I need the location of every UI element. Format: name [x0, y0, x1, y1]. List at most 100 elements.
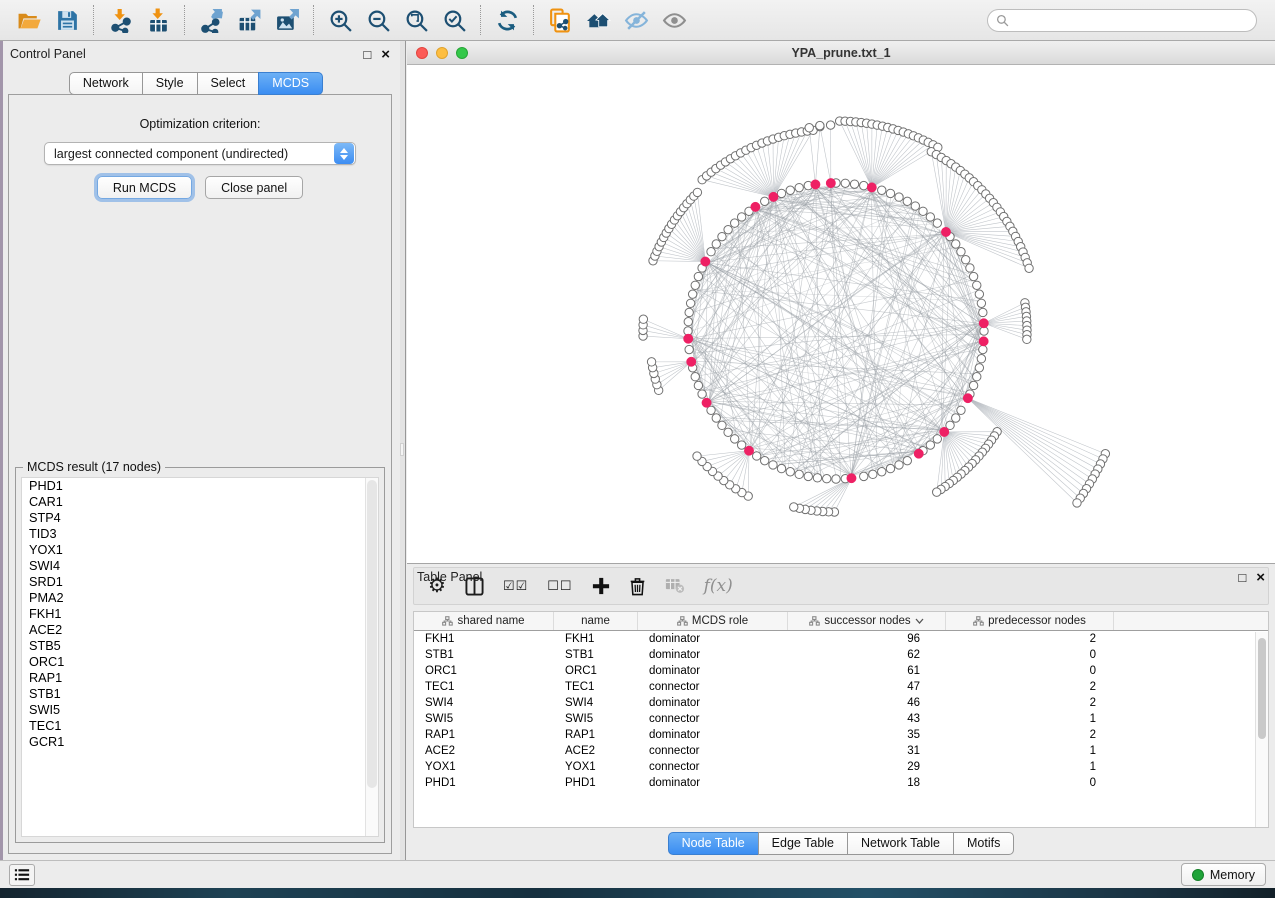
list-item[interactable]: PHD1: [22, 478, 378, 494]
column-header-successor-nodes[interactable]: successor nodes: [788, 612, 946, 630]
table-row[interactable]: TEC1TEC1connector472: [414, 679, 1268, 695]
table-row[interactable]: PHD1PHD1dominator180: [414, 775, 1268, 791]
float-table-panel-icon[interactable]: □: [1238, 571, 1246, 584]
column-header-predecessor-nodes[interactable]: predecessor nodes: [946, 612, 1114, 630]
cell-name: FKH1: [554, 633, 638, 645]
list-item[interactable]: SRD1: [22, 574, 378, 590]
table-header-row: shared namenameMCDS rolesuccessor nodesp…: [414, 612, 1268, 631]
list-item[interactable]: YOX1: [22, 542, 378, 558]
cell-name: RAP1: [554, 729, 638, 741]
table-scrollbar[interactable]: [1255, 632, 1268, 827]
cell-mcds_role: dominator: [638, 633, 788, 645]
list-item[interactable]: PMA2: [22, 590, 378, 606]
list-item[interactable]: SWI4: [22, 558, 378, 574]
list-item[interactable]: FKH1: [22, 606, 378, 622]
table-tab-motifs[interactable]: Motifs: [953, 832, 1014, 855]
cell-predecessor_nodes: 2: [946, 697, 1114, 709]
cell-successor_nodes: 61: [788, 665, 946, 677]
mcds-result-list: PHD1CAR1STP4TID3YOX1SWI4SRD1PMA2FKH1ACE2…: [21, 477, 379, 837]
float-panel-icon[interactable]: □: [363, 48, 371, 61]
export-network-icon[interactable]: [192, 4, 230, 36]
cell-mcds_role: dominator: [638, 649, 788, 661]
list-item[interactable]: ORC1: [22, 654, 378, 670]
cell-shared_name: FKH1: [414, 633, 554, 645]
vertical-splitter[interactable]: [400, 41, 406, 860]
close-panel-icon[interactable]: ×: [381, 47, 390, 62]
cell-mcds_role: connector: [638, 713, 788, 725]
list-item[interactable]: STB5: [22, 638, 378, 654]
cell-shared_name: TEC1: [414, 681, 554, 693]
table-row[interactable]: FKH1FKH1dominator962: [414, 631, 1268, 647]
zoom-selected-icon[interactable]: [435, 4, 473, 36]
export-table-icon[interactable]: [230, 4, 268, 36]
mcds-list-scrollbar[interactable]: [365, 478, 378, 836]
criterion-dropdown[interactable]: largest connected component (undirected): [44, 142, 356, 165]
run-mcds-button[interactable]: Run MCDS: [97, 176, 192, 199]
cell-predecessor_nodes: 1: [946, 761, 1114, 773]
control-panel-title: Control Panel: [10, 47, 86, 61]
refresh-view-icon[interactable]: [488, 4, 526, 36]
import-table-icon[interactable]: [139, 4, 177, 36]
table-tab-network-table[interactable]: Network Table: [847, 832, 954, 855]
task-history-icon[interactable]: [9, 864, 35, 886]
table-row[interactable]: SWI5SWI5connector431: [414, 711, 1268, 727]
hide-selected-icon[interactable]: [617, 4, 655, 36]
table-tab-edge-table[interactable]: Edge Table: [758, 832, 848, 855]
list-item[interactable]: SWI5: [22, 702, 378, 718]
splitter-grip[interactable]: [400, 443, 404, 456]
network-window-titlebar[interactable]: YPA_prune.txt_1: [407, 41, 1275, 65]
desktop-background: [0, 888, 1275, 898]
close-table-panel-icon[interactable]: ×: [1256, 570, 1265, 585]
network-window: YPA_prune.txt_1: [407, 41, 1275, 563]
network-canvas[interactable]: [407, 65, 1275, 563]
memory-button[interactable]: Memory: [1181, 863, 1266, 886]
tab-mcds[interactable]: MCDS: [258, 72, 323, 95]
search-box[interactable]: [987, 9, 1257, 32]
cell-name: TEC1: [554, 681, 638, 693]
list-item[interactable]: ACE2: [22, 622, 378, 638]
table-row[interactable]: ACE2ACE2connector311: [414, 743, 1268, 759]
import-network-icon[interactable]: [101, 4, 139, 36]
table-row[interactable]: STB1STB1dominator620: [414, 647, 1268, 663]
open-session-icon[interactable]: [10, 4, 48, 36]
table-row[interactable]: ORC1ORC1dominator610: [414, 663, 1268, 679]
column-header-name[interactable]: name: [554, 612, 638, 630]
table-row[interactable]: SWI4SWI4dominator462: [414, 695, 1268, 711]
list-item[interactable]: TID3: [22, 526, 378, 542]
table-tabs: Node TableEdge TableNetwork TableMotifs: [407, 832, 1275, 855]
cell-mcds_role: dominator: [638, 665, 788, 677]
first-neighbors-icon[interactable]: [579, 4, 617, 36]
save-session-icon[interactable]: [48, 4, 86, 36]
table-row[interactable]: RAP1RAP1dominator352: [414, 727, 1268, 743]
cell-successor_nodes: 31: [788, 745, 946, 757]
list-item[interactable]: RAP1: [22, 670, 378, 686]
column-header-shared-name[interactable]: shared name: [414, 612, 554, 630]
zoom-fit-icon[interactable]: [397, 4, 435, 36]
zoom-in-icon[interactable]: [321, 4, 359, 36]
cell-shared_name: RAP1: [414, 729, 554, 741]
show-all-icon[interactable]: [655, 4, 693, 36]
tab-style[interactable]: Style: [142, 72, 198, 95]
column-header-MCDS-role[interactable]: MCDS role: [638, 612, 788, 630]
tab-select[interactable]: Select: [197, 72, 260, 95]
zoom-out-icon[interactable]: [359, 4, 397, 36]
table-tab-node-table[interactable]: Node Table: [668, 832, 759, 855]
list-item[interactable]: STB1: [22, 686, 378, 702]
cell-mcds_role: dominator: [638, 697, 788, 709]
list-item[interactable]: CAR1: [22, 494, 378, 510]
duplicate-network-icon[interactable]: [541, 4, 579, 36]
list-item[interactable]: GCR1: [22, 734, 378, 750]
search-input[interactable]: [1014, 13, 1248, 27]
toolbar-separator: [480, 5, 481, 35]
cell-predecessor_nodes: 0: [946, 665, 1114, 677]
export-image-icon[interactable]: [268, 4, 306, 36]
mcds-tab-content: Optimization criterion: largest connecte…: [8, 94, 392, 854]
tab-network[interactable]: Network: [69, 72, 143, 95]
list-item[interactable]: STP4: [22, 510, 378, 526]
list-item[interactable]: TEC1: [22, 718, 378, 734]
cell-shared_name: SWI5: [414, 713, 554, 725]
table-row[interactable]: YOX1YOX1connector291: [414, 759, 1268, 775]
close-panel-button[interactable]: Close panel: [205, 176, 303, 199]
optimization-criterion-label: Optimization criterion:: [9, 117, 391, 131]
table-panel-title: Table Panel: [417, 570, 482, 584]
